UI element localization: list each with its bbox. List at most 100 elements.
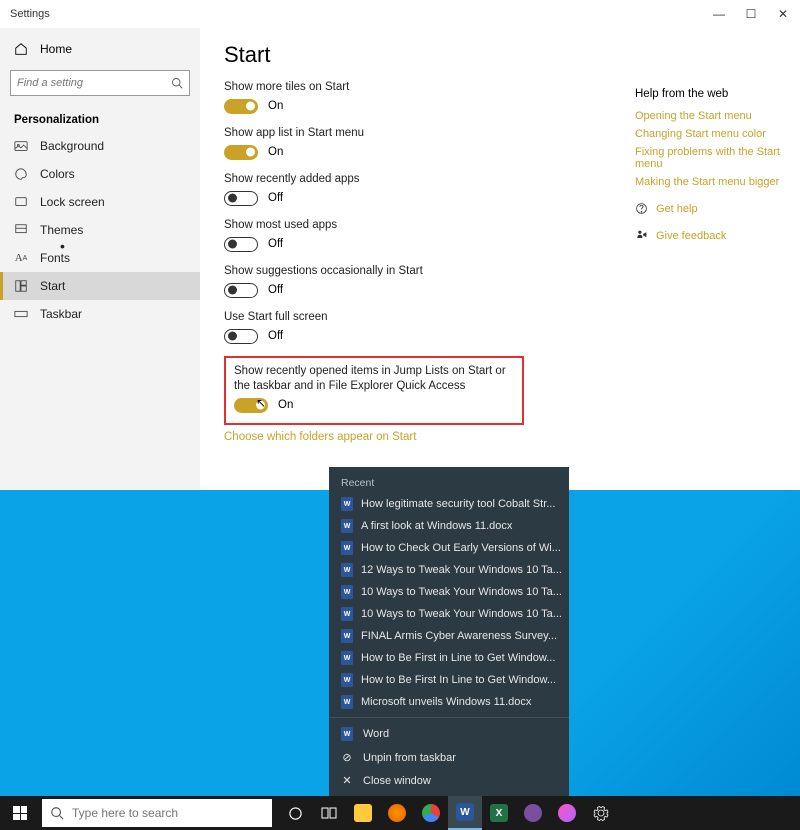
- task-view-button[interactable]: [312, 796, 346, 830]
- nav-label: Start: [40, 279, 65, 293]
- nav-colors[interactable]: Colors: [0, 160, 200, 188]
- itunes-icon: [558, 804, 576, 822]
- cortana-button[interactable]: [278, 796, 312, 830]
- close-window-action[interactable]: ✕Close window: [329, 769, 569, 792]
- nav-start[interactable]: Start: [0, 272, 200, 300]
- nav-label: Taskbar: [40, 307, 82, 321]
- app-button[interactable]: [516, 796, 550, 830]
- chrome-button[interactable]: [414, 796, 448, 830]
- give-feedback-link[interactable]: Give feedback: [635, 229, 790, 242]
- jumplist-item[interactable]: W10 Ways to Tweak Your Windows 10 Ta...: [329, 603, 569, 625]
- dot-indicator: •: [60, 238, 65, 254]
- word-doc-icon: W: [341, 541, 353, 555]
- setting-label: Show more tiles on Start: [224, 80, 524, 95]
- word-doc-icon: W: [341, 673, 353, 687]
- help-panel: Help from the web Opening the Start menu…: [635, 88, 790, 242]
- help-title: Help from the web: [635, 88, 790, 100]
- lockscreen-icon: [14, 195, 28, 209]
- home-nav[interactable]: Home: [0, 36, 200, 62]
- nav-taskbar[interactable]: Taskbar: [0, 300, 200, 328]
- feedback-icon: [635, 229, 648, 242]
- taskbar: W X: [0, 796, 800, 830]
- toggle-jump-lists[interactable]: [234, 398, 268, 413]
- folder-icon: [354, 804, 372, 822]
- toggle-more-tiles[interactable]: [224, 99, 258, 114]
- jumplist-item[interactable]: W12 Ways to Tweak Your Windows 10 Ta...: [329, 559, 569, 581]
- word-doc-icon: W: [341, 651, 353, 665]
- setting-label: Show recently added apps: [224, 172, 524, 187]
- unpin-icon: ⊘: [341, 751, 353, 764]
- excel-button[interactable]: X: [482, 796, 516, 830]
- toggle-fullscreen[interactable]: [224, 329, 258, 344]
- app-icon: [524, 804, 542, 822]
- sidebar: Home Personalization Background Colors L…: [0, 28, 200, 490]
- word-doc-icon: W: [341, 607, 353, 621]
- setting-label: Show suggestions occasionally in Start: [224, 264, 524, 279]
- settings-button[interactable]: [584, 796, 618, 830]
- maximize-button[interactable]: ☐: [744, 7, 758, 21]
- setting-label: Show app list in Start menu: [224, 126, 524, 141]
- help-link[interactable]: Changing Start menu color: [635, 128, 790, 140]
- titlebar: Settings — ☐ ✕: [0, 0, 800, 28]
- excel-icon: X: [490, 804, 508, 822]
- jumplist-item[interactable]: WHow to Check Out Early Versions of Wi..…: [329, 537, 569, 559]
- jumplist-header: Recent: [329, 473, 569, 493]
- jumplist-item[interactable]: WHow legitimate security tool Cobalt Str…: [329, 493, 569, 515]
- taskbar-icon: [14, 307, 28, 321]
- jumplist-item[interactable]: WA first look at Windows 11.docx: [329, 515, 569, 537]
- toggle-suggestions[interactable]: [224, 283, 258, 298]
- nav-themes[interactable]: Themes: [0, 216, 200, 244]
- setting-label: Show recently opened items in Jump Lists…: [234, 364, 514, 394]
- jump-list: Recent WHow legitimate security tool Cob…: [329, 467, 569, 796]
- jumplist-item[interactable]: WFINAL Armis Cyber Awareness Survey...: [329, 625, 569, 647]
- chrome-icon: [422, 804, 440, 822]
- explorer-button[interactable]: [346, 796, 380, 830]
- choose-folders-link[interactable]: Choose which folders appear on Start: [224, 431, 416, 443]
- toggle-state: Off: [268, 192, 283, 204]
- toggle-recently-added[interactable]: [224, 191, 258, 206]
- help-icon: [635, 202, 648, 215]
- help-link[interactable]: Making the Start menu bigger: [635, 176, 790, 188]
- taskbar-search[interactable]: [42, 799, 272, 827]
- help-link[interactable]: Opening the Start menu: [635, 110, 790, 122]
- jumplist-item[interactable]: WHow to Be First In Line to Get Window..…: [329, 669, 569, 691]
- close-icon: ✕: [341, 774, 353, 787]
- taskbar-search-input[interactable]: [72, 806, 264, 820]
- search-icon: [171, 77, 183, 89]
- word-doc-icon: W: [341, 497, 353, 511]
- jumplist-item[interactable]: WMicrosoft unveils Windows 11.docx: [329, 691, 569, 713]
- get-help-link[interactable]: Get help: [635, 202, 790, 215]
- help-link[interactable]: Fixing problems with the Start menu: [635, 146, 790, 170]
- firefox-button[interactable]: [380, 796, 414, 830]
- sidebar-section-title: Personalization: [0, 104, 200, 132]
- jumplist-item[interactable]: WHow to Be First in Line to Get Window..…: [329, 647, 569, 669]
- toggle-state: Off: [268, 330, 283, 342]
- search-input[interactable]: [17, 77, 171, 89]
- highlighted-setting: Show recently opened items in Jump Lists…: [224, 356, 524, 425]
- settings-window: Settings — ☐ ✕ Home Personalization Back…: [0, 0, 800, 490]
- setting-label: Show most used apps: [224, 218, 524, 233]
- minimize-button[interactable]: —: [712, 7, 726, 21]
- jumplist-item[interactable]: W10 Ways to Tweak Your Windows 10 Ta...: [329, 581, 569, 603]
- word-button[interactable]: W: [448, 796, 482, 830]
- nav-label: Themes: [40, 223, 83, 237]
- nav-fonts[interactable]: AA Fonts •: [0, 244, 200, 272]
- jumplist-app-name[interactable]: WWord: [329, 722, 569, 746]
- toggle-most-used[interactable]: [224, 237, 258, 252]
- home-label: Home: [40, 42, 72, 56]
- settings-search[interactable]: [10, 70, 190, 96]
- word-icon: W: [341, 727, 353, 741]
- close-button[interactable]: ✕: [776, 7, 790, 21]
- word-doc-icon: W: [341, 695, 353, 709]
- start-button[interactable]: [0, 796, 40, 830]
- toggle-state: On: [278, 399, 293, 411]
- word-icon: W: [456, 803, 474, 821]
- fonts-icon: AA: [14, 251, 28, 265]
- itunes-button[interactable]: [550, 796, 584, 830]
- toggle-state: On: [268, 100, 283, 112]
- desktop-area: Recent WHow legitimate security tool Cob…: [0, 490, 800, 796]
- unpin-action[interactable]: ⊘Unpin from taskbar: [329, 746, 569, 769]
- toggle-app-list[interactable]: [224, 145, 258, 160]
- nav-lockscreen[interactable]: Lock screen: [0, 188, 200, 216]
- nav-background[interactable]: Background: [0, 132, 200, 160]
